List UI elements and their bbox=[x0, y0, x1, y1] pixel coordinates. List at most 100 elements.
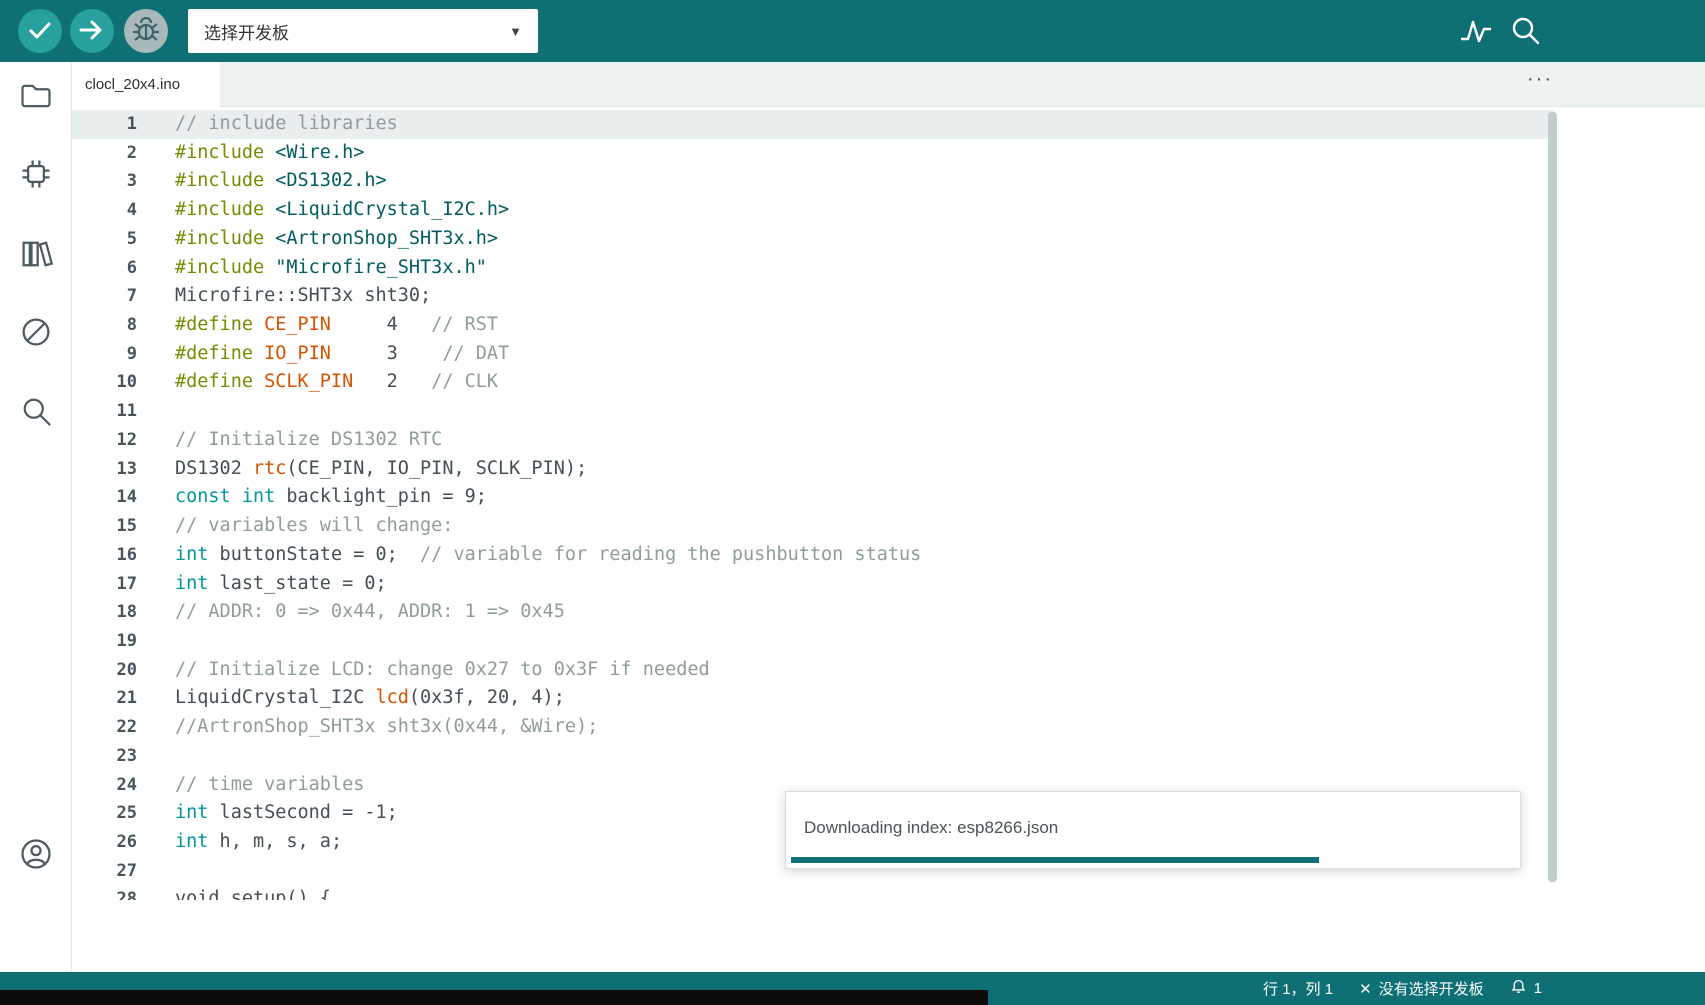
tab-label: clocl_20x4.ino bbox=[85, 76, 181, 93]
code-text: int last_state = 0; bbox=[175, 572, 387, 594]
tab-sketch[interactable]: clocl_20x4.ino bbox=[72, 62, 220, 107]
folder-icon bbox=[18, 78, 54, 117]
code-text: // time variables bbox=[175, 773, 365, 795]
line-number: 1 bbox=[126, 114, 137, 134]
line-number: 27 bbox=[116, 860, 137, 881]
code-line[interactable]: 13 DS1302 rtc(CE_PIN, IO_PIN, SCLK_PIN); bbox=[72, 455, 1555, 484]
close-icon: ✕ bbox=[1359, 980, 1372, 998]
arduino-ide-window: 选择开发板 ▼ clocl_20x4.ino ··· 1 // include … bbox=[0, 0, 1705, 1005]
code-line[interactable]: 2 #include <Wire.h> bbox=[72, 139, 1555, 168]
line-number: 7 bbox=[126, 286, 137, 307]
chip-icon bbox=[18, 156, 54, 195]
code-text: // include libraries bbox=[175, 113, 398, 134]
line-number: 4 bbox=[126, 200, 137, 221]
bottom-dark-strip bbox=[0, 990, 988, 1005]
line-number: 18 bbox=[116, 602, 137, 623]
sidebar-item-debug[interactable] bbox=[14, 311, 58, 355]
code-line[interactable]: 9 #define IO_PIN 3 // DAT bbox=[72, 340, 1555, 369]
serial-plotter-button[interactable] bbox=[1457, 12, 1495, 50]
code-line[interactable]: 15 // variables will change: bbox=[72, 512, 1555, 541]
search-icon bbox=[18, 393, 54, 432]
code-line[interactable]: 19 bbox=[72, 627, 1555, 656]
code-viewport[interactable]: 1 // include libraries 2 #include <Wire.h> 3… bbox=[72, 107, 1555, 900]
bug-icon bbox=[124, 8, 168, 55]
code-text: #include "Microfire_SHT3x.h" bbox=[175, 256, 487, 278]
debug-disabled-icon bbox=[18, 314, 54, 353]
line-number: 15 bbox=[116, 516, 137, 537]
line-number: 26 bbox=[116, 831, 137, 852]
line-number: 9 bbox=[126, 343, 137, 364]
code-line[interactable]: 6 #include "Microfire_SHT3x.h" bbox=[72, 254, 1555, 283]
toolbar: 选择开发板 ▼ bbox=[0, 0, 1705, 62]
line-number: 28 bbox=[116, 889, 137, 900]
tab-bar: clocl_20x4.ino ··· bbox=[72, 62, 1705, 107]
line-number: 14 bbox=[116, 487, 137, 508]
line-number: 3 bbox=[126, 171, 137, 192]
code-text: #define SCLK_PIN 2 // CLK bbox=[175, 371, 499, 393]
waveform-icon bbox=[1457, 20, 1495, 53]
line-number: 20 bbox=[116, 659, 137, 680]
code-line[interactable]: 3 #include <DS1302.h> bbox=[72, 167, 1555, 196]
notification-count: 1 bbox=[1533, 980, 1542, 997]
board-selector-label: 选择开发板 bbox=[204, 23, 289, 43]
code-text: #include <Wire.h> bbox=[175, 141, 365, 163]
code-line[interactable]: 5 #include <ArtronShop_SHT3x.h> bbox=[72, 225, 1555, 254]
sidebar-item-boards-manager[interactable] bbox=[14, 153, 58, 197]
code-text: Microfire::SHT3x sht30; bbox=[175, 285, 432, 307]
line-number: 8 bbox=[126, 315, 137, 336]
line-number: 12 bbox=[116, 429, 137, 450]
line-number: 21 bbox=[116, 688, 137, 709]
code-line[interactable]: 17 int last_state = 0; bbox=[72, 570, 1555, 599]
line-number: 13 bbox=[116, 458, 137, 479]
code-line[interactable]: 16 int buttonState = 0; // variable for r… bbox=[72, 541, 1555, 570]
code-text: #define CE_PIN 4 // RST bbox=[175, 314, 499, 336]
magnifier-icon bbox=[1507, 17, 1545, 53]
code-line[interactable]: 10 #define SCLK_PIN 2 // CLK bbox=[72, 368, 1555, 397]
line-number: 5 bbox=[126, 228, 137, 249]
line-number: 6 bbox=[126, 257, 137, 278]
code-text: const int backlight_pin = 9; bbox=[175, 486, 487, 508]
toast-message: Downloading index: esp8266.json bbox=[804, 818, 1059, 837]
status-bar-right: 行 1，列 1 ✕ 没有选择开发板 1 bbox=[1263, 972, 1542, 1005]
code-line[interactable]: 23 bbox=[72, 742, 1555, 771]
editor-scrollbar[interactable] bbox=[1548, 112, 1557, 882]
code-line[interactable]: 4 #include <LiquidCrystal_I2C.h> bbox=[72, 196, 1555, 225]
notifications-button[interactable]: 1 bbox=[1510, 978, 1542, 999]
board-status[interactable]: ✕ 没有选择开发板 bbox=[1359, 978, 1484, 999]
code-line[interactable]: 7 Microfire::SHT3x sht30; bbox=[72, 282, 1555, 311]
code-line[interactable]: 14 const int backlight_pin = 9; bbox=[72, 483, 1555, 512]
sidebar-item-search[interactable] bbox=[14, 390, 58, 434]
code-text: void setup() { bbox=[175, 888, 331, 900]
cursor-position[interactable]: 行 1，列 1 bbox=[1263, 978, 1333, 999]
code-line[interactable]: 11 bbox=[72, 397, 1555, 426]
user-avatar-icon bbox=[18, 836, 54, 875]
tab-overflow-menu[interactable]: ··· bbox=[1527, 68, 1553, 91]
code-line[interactable]: 18 // ADDR: 0 => 0x44, ADDR: 1 => 0x45 bbox=[72, 598, 1555, 627]
code-line[interactable]: 8 #define CE_PIN 4 // RST bbox=[72, 311, 1555, 340]
code-text: #include <DS1302.h> bbox=[175, 170, 387, 192]
line-number: 17 bbox=[116, 573, 137, 594]
notification-toast: Downloading index: esp8266.json bbox=[785, 791, 1521, 869]
sidebar-item-sketchbook[interactable] bbox=[14, 75, 58, 119]
line-number: 10 bbox=[116, 372, 137, 393]
line-number: 2 bbox=[126, 142, 137, 163]
check-icon bbox=[18, 8, 62, 55]
chevron-down-icon: ▼ bbox=[509, 23, 522, 39]
code-line[interactable]: 28 void setup() { bbox=[72, 885, 1555, 900]
debug-button[interactable] bbox=[124, 9, 168, 53]
board-status-label: 没有选择开发板 bbox=[1378, 981, 1484, 998]
code-text: // ADDR: 0 => 0x44, ADDR: 1 => 0x45 bbox=[175, 601, 565, 623]
line-number: 11 bbox=[116, 401, 137, 422]
serial-monitor-button[interactable] bbox=[1507, 12, 1545, 50]
code-line[interactable]: 21 LiquidCrystal_I2C lcd(0x3f, 20, 4); bbox=[72, 684, 1555, 713]
upload-button[interactable] bbox=[70, 9, 114, 53]
code-line[interactable]: 20 // Initialize LCD: change 0x27 to 0x3F… bbox=[72, 656, 1555, 685]
sidebar-item-library-manager[interactable] bbox=[14, 233, 58, 277]
code-line[interactable]: 22 //ArtronShop_SHT3x sht3x(0x44, &Wire); bbox=[72, 713, 1555, 742]
verify-button[interactable] bbox=[18, 9, 62, 53]
account-button[interactable] bbox=[14, 833, 58, 877]
line-number: 25 bbox=[116, 803, 137, 824]
board-selector-dropdown[interactable]: 选择开发板 ▼ bbox=[188, 9, 538, 53]
code-line[interactable]: 12 // Initialize DS1302 RTC bbox=[72, 426, 1555, 455]
code-line[interactable]: 1 // include libraries bbox=[72, 110, 1555, 139]
